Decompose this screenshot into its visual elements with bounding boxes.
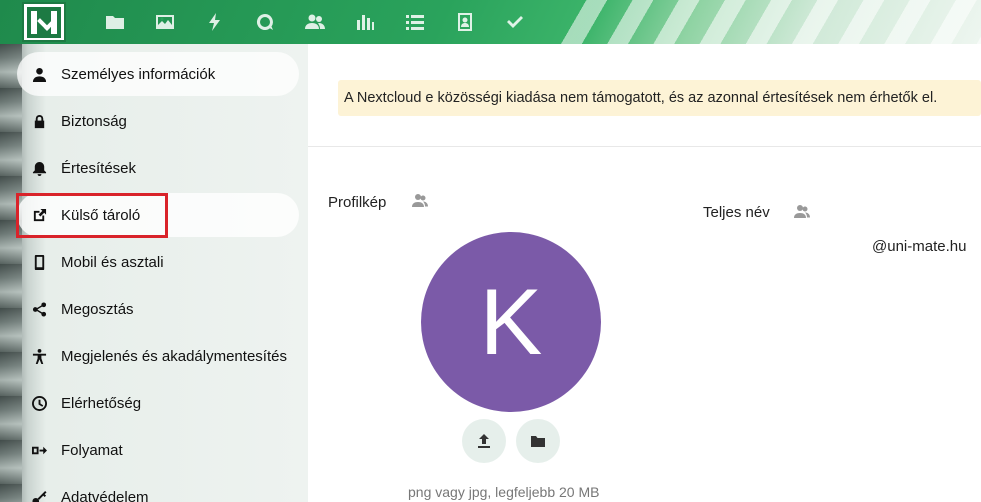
folder-icon bbox=[531, 436, 545, 447]
sidebar-item-security[interactable]: Biztonság bbox=[17, 99, 299, 143]
sidebar-item-label: Értesítések bbox=[61, 159, 137, 177]
sidebar-item-notifications[interactable]: Értesítések bbox=[17, 146, 299, 190]
upload-hint: png vagy jpg, legfeljebb 20 MB bbox=[408, 484, 600, 500]
users-icon[interactable] bbox=[302, 9, 328, 35]
visibility-scope-icon[interactable] bbox=[412, 192, 428, 213]
avatar: K bbox=[421, 232, 601, 412]
clock-icon bbox=[31, 395, 47, 411]
choose-from-files-button[interactable] bbox=[516, 419, 560, 463]
header-decoration bbox=[561, 0, 981, 44]
lock-icon bbox=[31, 113, 47, 129]
sidebar-item-label: Megosztás bbox=[61, 300, 134, 318]
profile-picture-label: Profilkép bbox=[328, 194, 387, 211]
warning-banner: A Nextcloud e közösségi kiadása nem támo… bbox=[338, 80, 981, 116]
search-bubble-icon[interactable] bbox=[252, 9, 278, 35]
flow-icon bbox=[31, 442, 47, 458]
accessibility-icon bbox=[31, 348, 47, 364]
section-divider bbox=[308, 146, 981, 147]
sidebar-item-personal-info[interactable]: Személyes információk bbox=[17, 52, 299, 96]
sidebar-item-label: Külső tároló bbox=[61, 206, 141, 224]
sidebar-item-appearance-accessibility[interactable]: Megjelenés és akadálymentesítés bbox=[17, 334, 299, 378]
sidebar-item-label: Mobil és asztali bbox=[61, 253, 164, 271]
visibility-scope-icon[interactable] bbox=[794, 203, 810, 224]
contact-card-icon[interactable] bbox=[452, 9, 478, 35]
bell-icon bbox=[31, 160, 47, 176]
sidebar-item-label: Folyamat bbox=[61, 441, 123, 459]
sidebar-item-label: Megjelenés és akadálymentesítés bbox=[61, 347, 287, 365]
sidebar-item-label: Biztonság bbox=[61, 112, 127, 130]
main-content: A Nextcloud e közösségi kiadása nem támo… bbox=[308, 44, 981, 502]
settings-sidebar: Személyes információk Biztonság Értesíté… bbox=[0, 44, 308, 502]
upload-icon bbox=[478, 434, 490, 448]
sidebar-item-label: Személyes információk bbox=[61, 65, 216, 83]
lightning-icon[interactable] bbox=[202, 9, 228, 35]
full-name-value[interactable]: @uni-mate.hu bbox=[872, 238, 966, 255]
bar-chart-icon[interactable] bbox=[352, 9, 378, 35]
key-icon bbox=[31, 489, 47, 502]
list-icon[interactable] bbox=[402, 9, 428, 35]
sidebar-item-mobile-desktop[interactable]: Mobil és asztali bbox=[17, 240, 299, 284]
image-icon[interactable] bbox=[152, 9, 178, 35]
upload-avatar-button[interactable] bbox=[462, 419, 506, 463]
mate-logo-icon[interactable] bbox=[22, 2, 66, 42]
sidebar-item-sharing[interactable]: Megosztás bbox=[17, 287, 299, 331]
sidebar-item-label: Adatvédelem bbox=[61, 488, 149, 502]
avatar-initial: K bbox=[479, 269, 543, 374]
folder-icon[interactable] bbox=[102, 9, 128, 35]
user-icon bbox=[31, 66, 47, 82]
phone-icon bbox=[31, 254, 47, 270]
sidebar-item-external-storage[interactable]: Külső tároló bbox=[17, 193, 299, 237]
sidebar-item-label: Elérhetőség bbox=[61, 394, 142, 412]
sidebar-item-flow[interactable]: Folyamat bbox=[17, 428, 299, 472]
external-link-icon bbox=[31, 207, 47, 223]
top-header bbox=[0, 0, 981, 44]
full-name-label: Teljes név bbox=[703, 204, 770, 221]
sidebar-item-availability[interactable]: Elérhetőség bbox=[17, 381, 299, 425]
sidebar-item-privacy[interactable]: Adatvédelem bbox=[17, 475, 299, 502]
checkmark-icon[interactable] bbox=[502, 9, 528, 35]
share-icon bbox=[31, 301, 47, 317]
